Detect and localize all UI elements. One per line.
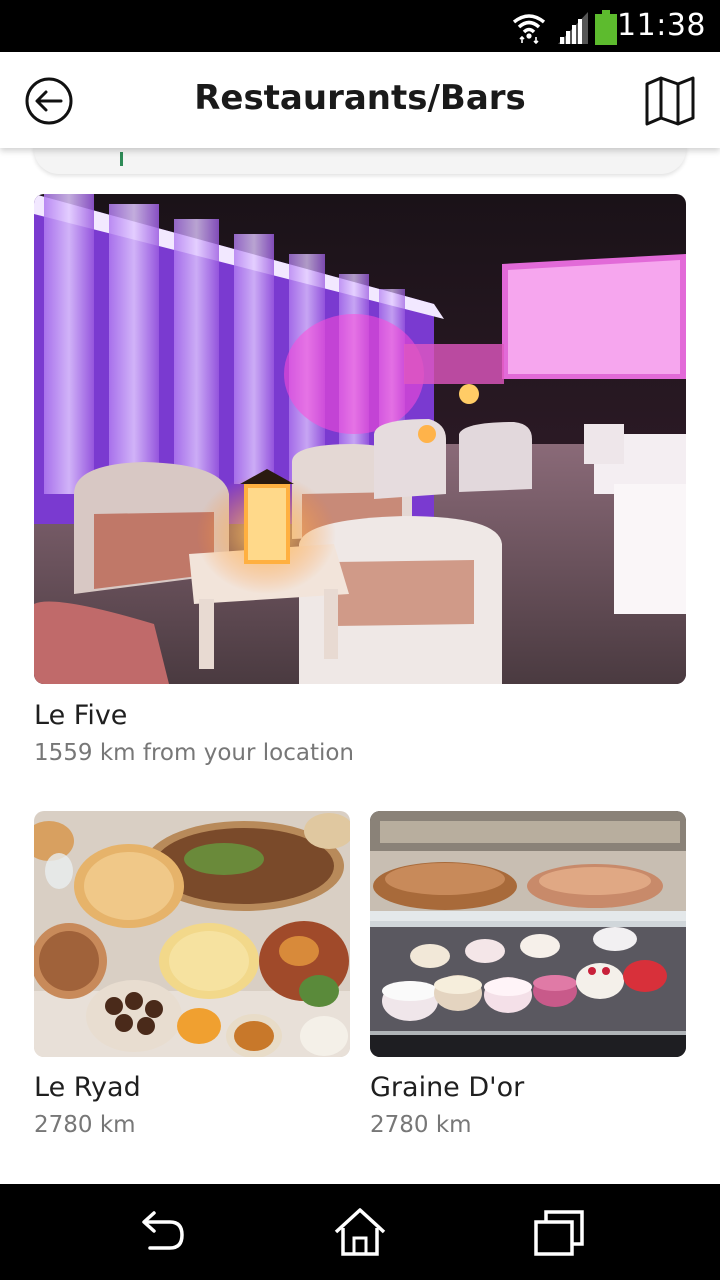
moroccan-food-spread-photo	[34, 811, 350, 1057]
place-distance: 2780 km	[34, 1112, 136, 1138]
signal-icon	[558, 12, 588, 44]
search-bar[interactable]	[34, 148, 686, 174]
place-name[interactable]: Le Ryad	[34, 1072, 141, 1103]
place-distance: 1559 km from your location	[34, 740, 355, 766]
home-icon[interactable]	[332, 1206, 388, 1258]
rooftop-lounge-photo	[34, 194, 686, 684]
battery-icon	[595, 10, 617, 45]
place-distance: 2780 km	[370, 1112, 472, 1138]
place-name[interactable]: Le Five	[34, 700, 127, 731]
wifi-icon	[512, 14, 546, 44]
page-title: Restaurants/Bars	[194, 78, 526, 118]
places-list[interactable]: Le Five 1559 km from your location Le Ry…	[0, 148, 720, 1184]
recents-icon[interactable]	[532, 1206, 588, 1258]
place-image-le-five[interactable]	[34, 194, 686, 684]
status-bar: 11:38	[0, 0, 720, 52]
back-icon[interactable]	[132, 1206, 188, 1258]
place-image-le-ryad[interactable]	[34, 811, 350, 1057]
status-time: 11:38	[617, 8, 706, 43]
place-name[interactable]: Graine D'or	[370, 1072, 524, 1103]
search-cursor	[120, 152, 123, 166]
map-icon[interactable]	[644, 74, 696, 126]
place-image-graine-dor[interactable]	[370, 811, 686, 1057]
system-nav-bar	[0, 1184, 720, 1280]
app-bar: Restaurants/Bars	[0, 52, 720, 148]
pastry-display-case-photo	[370, 811, 686, 1057]
